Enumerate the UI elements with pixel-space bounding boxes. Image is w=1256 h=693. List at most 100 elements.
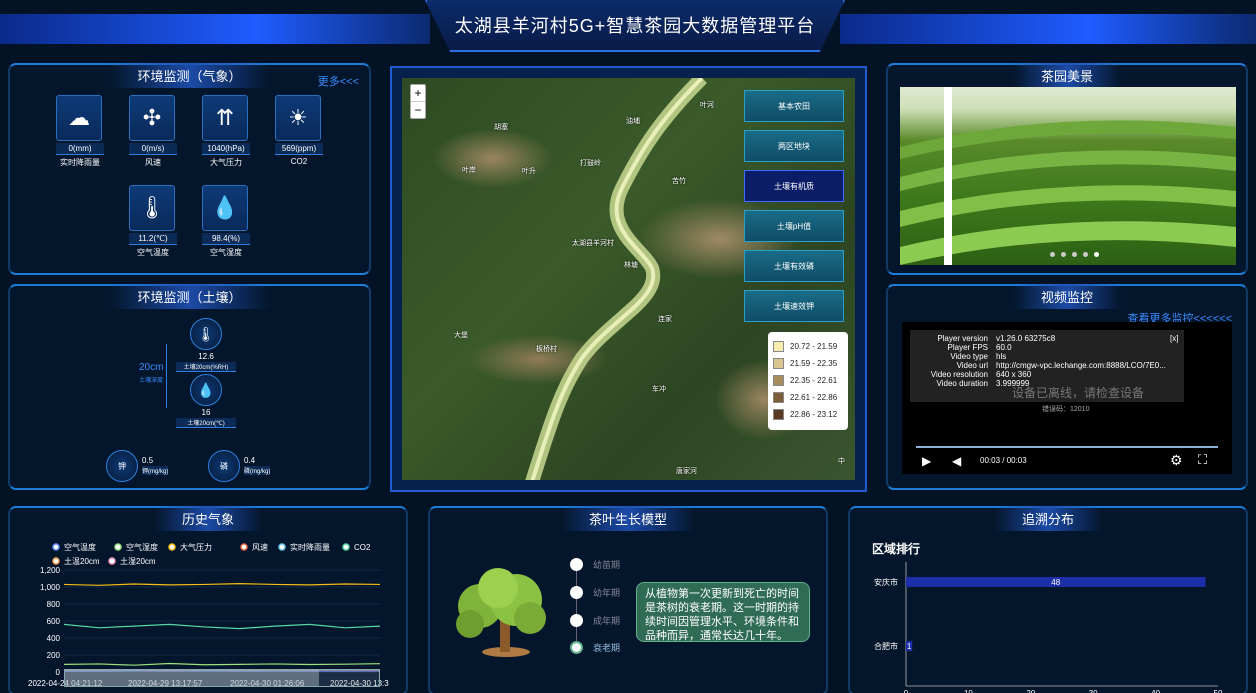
history-title: 历史气象 — [153, 506, 263, 531]
map-label: 叶河 — [700, 102, 714, 109]
y-tick-label: 1,000 — [40, 583, 61, 592]
legend-swatch — [773, 409, 784, 420]
video-title: 视频监控 — [1012, 284, 1122, 309]
trace-panel: 追溯分布 区域排行 0 10 20 30 40 50 安庆市 48 合肥市 1 — [848, 506, 1248, 693]
layer-button-ph[interactable]: 土壤pH值 — [744, 210, 844, 242]
legend-marker — [342, 543, 350, 551]
map-label: 苦竹 — [672, 178, 686, 185]
weather-more-link[interactable]: 更多<<< — [318, 73, 359, 89]
layer-button-phosphorus[interactable]: 土壤有效磷 — [744, 250, 844, 282]
x-tick-label: 50 — [1214, 689, 1223, 693]
video-stat-row: Player FPS 60.0 — [947, 343, 1012, 352]
stage-juvenile[interactable]: 幼年期 — [570, 586, 620, 599]
x-tick-label: 0 — [904, 689, 909, 693]
category-label: 安庆市 — [874, 577, 898, 587]
progress-bar[interactable] — [916, 446, 1218, 448]
legend-label: 风速 — [252, 543, 268, 552]
stage-seedling[interactable]: 幼苗期 — [570, 558, 620, 571]
legend-row: 22.61 - 22.86 — [773, 389, 843, 406]
weather-title: 环境监测（气象） — [109, 63, 270, 88]
y-tick-label: 800 — [47, 600, 61, 609]
legend-row: 22.35 - 22.61 — [773, 372, 843, 389]
soil-humidity-icon: 🌡 — [190, 318, 222, 350]
slider-window[interactable] — [65, 670, 319, 686]
stage-aging[interactable]: 衰老期 — [570, 641, 620, 654]
phosphorus-label: 磷(mg/kg) — [244, 466, 271, 475]
rain-label: 实时降雨量 — [60, 158, 100, 167]
map-label: 油埔 — [626, 118, 640, 125]
video-stat-row: Player version v1.26.0 63275c8 — [937, 334, 1056, 343]
soil-temp-icon: 💧 — [190, 374, 222, 406]
map-label: 连家 — [658, 316, 672, 323]
legend-marker — [114, 543, 122, 551]
satellite-map[interactable]: 胡塞 油埔 叶岸 叶升 打鼓岭 苦竹 叶河 太湖县羊河村 林塘 板桥村 大堡 连… — [402, 78, 855, 480]
phosphorus-icon: 磷 — [208, 450, 240, 482]
x-tick-label: 20 — [1026, 689, 1035, 693]
legend-swatch — [773, 392, 784, 403]
history-zoom-slider[interactable] — [64, 669, 380, 687]
y-tick-label: 600 — [47, 617, 61, 626]
tea-garden-photo[interactable] — [900, 87, 1236, 265]
zoom-out-button[interactable]: − — [411, 102, 425, 118]
scenery-title: 茶园美景 — [1012, 63, 1122, 88]
volume-icon[interactable]: ◀︎ — [952, 454, 961, 468]
wind-label: 风速 — [145, 158, 161, 167]
y-tick-label: 200 — [47, 651, 61, 660]
rain-tile: ☁ 0(mm) 实时降雨量 — [56, 95, 104, 168]
zoom-in-button[interactable]: + — [411, 85, 425, 102]
series-line — [63, 582, 381, 586]
potassium-icon: 钾 — [106, 450, 138, 482]
sun-icon: ☀ — [275, 95, 321, 141]
legend-marker — [52, 557, 60, 565]
play-icon[interactable]: ▶ — [922, 454, 931, 468]
legend-marker — [108, 557, 116, 565]
legend-label: 实时降雨量 — [290, 542, 330, 552]
legend-swatch — [773, 341, 784, 352]
legend-label: 空气温度 — [64, 542, 96, 552]
air-humidity-value: 98.4(%) — [202, 233, 250, 245]
stage-line — [576, 568, 577, 648]
stage-adult[interactable]: 成年期 — [570, 614, 620, 627]
weather-panel: 环境监测（气象） 更多<<< ☁ 0(mm) 实时降雨量 ✣ 0(m/s) 风速… — [8, 63, 371, 275]
map-label: 胡塞 — [494, 124, 508, 131]
map-label: 林塘 — [624, 262, 638, 269]
legend-range: 22.86 - 23.12 — [790, 410, 838, 419]
thermometer-icon: 🌡 — [129, 185, 175, 231]
map-legend: 20.72 - 21.59 21.59 - 22.35 22.35 - 22.61 2… — [768, 332, 848, 430]
legend-marker — [52, 543, 60, 551]
layer-button-basic-farmland[interactable]: 基本农田 — [744, 90, 844, 122]
video-time: 00:03 / 00:03 — [980, 456, 1027, 465]
map-label: 大堡 — [454, 332, 468, 339]
legend-label: 空气湿度 — [126, 542, 158, 552]
map-label: 板桥村 — [536, 346, 557, 353]
header-right-bar — [840, 14, 1256, 44]
map-label: 中 — [838, 458, 845, 465]
ranking-title: 区域排行 — [872, 542, 921, 556]
phosphorus-value: 0.4 — [244, 456, 256, 465]
tree-illustration — [446, 568, 550, 658]
legend-swatch — [773, 358, 784, 369]
legend-range: 21.59 - 22.35 — [790, 359, 838, 368]
y-tick-label: 400 — [47, 634, 61, 643]
y-tick-label: 0 — [56, 668, 61, 677]
co2-value: 569(ppm) — [275, 143, 323, 155]
potassium-label: 钾(mg/kg) — [142, 466, 169, 475]
layer-button-organic-matter[interactable]: 土壤有机质 — [744, 170, 844, 202]
legend-row: 21.59 - 22.35 — [773, 355, 843, 372]
stats-close-button[interactable]: [x] — [1170, 334, 1178, 343]
fullscreen-icon[interactable]: ⛶ — [1198, 452, 1207, 468]
x-tick-label: 30 — [1089, 689, 1098, 693]
settings-gear-icon[interactable]: ⚙ — [1170, 452, 1183, 469]
category-label: 合肥市 — [874, 641, 898, 651]
carousel-dots[interactable] — [1050, 252, 1099, 257]
soil-title: 环境监测（土壤） — [109, 284, 270, 309]
ranking-chart: 0 10 20 30 40 50 安庆市 48 合肥市 1 — [874, 562, 1223, 693]
pressure-label: 大气压力 — [210, 158, 242, 167]
legend-swatch — [773, 375, 784, 386]
stage-description: 从植物第一次更新到死亡的时间是茶树的衰老期。这一时期的持续时间因管理水平、环境条… — [636, 582, 810, 642]
layer-button-potassium[interactable]: 土壤速效钾 — [744, 290, 844, 322]
layer-button-two-zones[interactable]: 两区地块 — [744, 130, 844, 162]
map-label: 叶岸 — [462, 167, 476, 174]
video-player[interactable]: Player version v1.26.0 63275c8 Player FPS 6… — [902, 322, 1232, 474]
growth-title: 茶叶生长模型 — [560, 506, 696, 531]
